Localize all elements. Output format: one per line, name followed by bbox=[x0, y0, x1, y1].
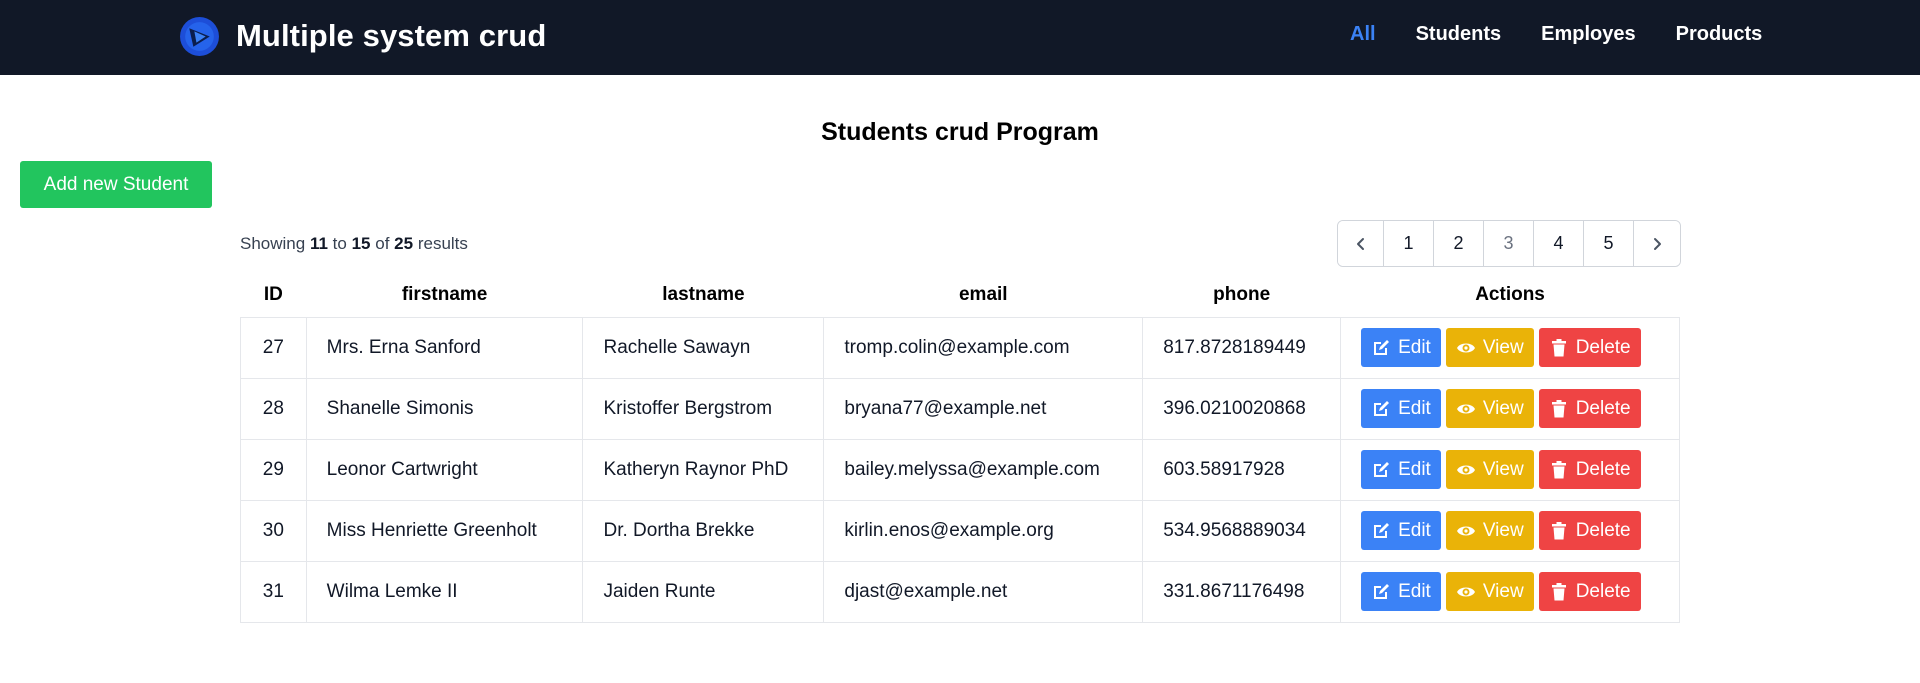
header-firstname: firstname bbox=[401, 283, 488, 305]
cell-lastname: Rachelle Sawayn bbox=[582, 316, 825, 379]
cell-id: 31 bbox=[240, 560, 307, 623]
table-row: 31 Wilma Lemke II Jaiden Runte djast@exa… bbox=[240, 560, 1680, 623]
cell-firstname: Miss Henriette Greenholt bbox=[305, 499, 584, 562]
cell-actions: Edit View Delete bbox=[1340, 377, 1680, 440]
eye-icon bbox=[1456, 404, 1475, 413]
table-row: 27 Mrs. Erna Sanford Rachelle Sawayn tro… bbox=[240, 316, 1680, 379]
edit-button[interactable]: Edit bbox=[1361, 389, 1441, 428]
eye-icon bbox=[1456, 526, 1475, 535]
cell-firstname: Mrs. Erna Sanford bbox=[305, 316, 584, 379]
edit-icon bbox=[1374, 461, 1390, 477]
cell-id: 29 bbox=[240, 438, 307, 501]
cell-email: bryana77@example.net bbox=[823, 377, 1144, 440]
cell-firstname: Shanelle Simonis bbox=[305, 377, 584, 440]
brand-logo-icon bbox=[180, 16, 219, 56]
cell-phone: 396.0210020868 bbox=[1142, 377, 1342, 440]
cell-lastname: Dr. Dortha Brekke bbox=[582, 499, 825, 562]
pagination-next-button[interactable] bbox=[1634, 221, 1680, 266]
edit-icon bbox=[1374, 400, 1390, 416]
cell-email: bailey.melyssa@example.com bbox=[823, 438, 1144, 501]
cell-email: tromp.colin@example.com bbox=[823, 316, 1144, 379]
nav-links: All Students Employes Products bbox=[1350, 23, 1762, 46]
header-phone: phone bbox=[1213, 283, 1271, 305]
results-to: 15 bbox=[351, 234, 371, 253]
header-id: ID bbox=[263, 283, 283, 305]
cell-email: djast@example.net bbox=[823, 560, 1144, 623]
view-button[interactable]: View bbox=[1445, 328, 1534, 367]
trash-icon bbox=[1551, 521, 1566, 539]
cell-actions: Edit View Delete bbox=[1340, 438, 1680, 501]
navbar: Multiple system crud All Students Employ… bbox=[0, 0, 1920, 75]
cell-actions: Edit View Delete bbox=[1340, 560, 1680, 623]
table-row: 29 Leonor Cartwright Katheryn Raynor PhD… bbox=[240, 438, 1680, 501]
pagination-page-3[interactable]: 3 bbox=[1484, 221, 1534, 266]
nav-link-products[interactable]: Products bbox=[1676, 23, 1763, 46]
edit-icon bbox=[1374, 583, 1390, 599]
trash-icon bbox=[1551, 582, 1566, 600]
view-button[interactable]: View bbox=[1445, 511, 1534, 550]
results-total: 25 bbox=[394, 234, 414, 253]
eye-icon bbox=[1456, 343, 1475, 352]
pagination: 1 2 3 4 5 bbox=[1337, 220, 1681, 267]
header-lastname: lastname bbox=[662, 283, 745, 305]
cell-email: kirlin.enos@example.org bbox=[823, 499, 1144, 562]
edit-icon bbox=[1374, 522, 1390, 538]
cell-firstname: Leonor Cartwright bbox=[305, 438, 584, 501]
eye-icon bbox=[1456, 587, 1475, 596]
view-button[interactable]: View bbox=[1445, 450, 1534, 489]
cell-lastname: Jaiden Runte bbox=[582, 560, 825, 623]
page-title: Students crud Program bbox=[821, 118, 1099, 146]
nav-link-all[interactable]: All bbox=[1350, 23, 1376, 46]
results-summary: Showing 11 to 15 of 25 results bbox=[240, 234, 468, 253]
brand[interactable]: Multiple system crud bbox=[179, 15, 546, 57]
cell-firstname: Wilma Lemke II bbox=[305, 560, 584, 623]
pagination-page-1[interactable]: 1 bbox=[1384, 221, 1434, 266]
delete-button[interactable]: Delete bbox=[1538, 328, 1641, 367]
pagination-page-4[interactable]: 4 bbox=[1534, 221, 1584, 266]
pagination-prev-button[interactable] bbox=[1338, 221, 1384, 266]
cell-lastname: Kristoffer Bergstrom bbox=[582, 377, 825, 440]
delete-button[interactable]: Delete bbox=[1538, 450, 1641, 489]
trash-icon bbox=[1551, 460, 1566, 478]
view-button[interactable]: View bbox=[1445, 389, 1534, 428]
table-header-row: ID firstname lastname email phone Action… bbox=[241, 273, 1680, 317]
chevron-left-icon bbox=[1356, 237, 1364, 250]
cell-phone: 331.8671176498 bbox=[1142, 560, 1342, 623]
edit-button[interactable]: Edit bbox=[1361, 572, 1441, 611]
cell-phone: 817.8728189449 bbox=[1142, 316, 1342, 379]
edit-icon bbox=[1374, 339, 1390, 355]
add-student-button[interactable]: Add new Student bbox=[20, 161, 212, 208]
results-from: 11 bbox=[309, 234, 328, 253]
table-row: 30 Miss Henriette Greenholt Dr. Dortha B… bbox=[240, 499, 1680, 562]
cell-id: 27 bbox=[240, 316, 307, 379]
cell-id: 30 bbox=[240, 499, 307, 562]
cell-id: 28 bbox=[240, 377, 307, 440]
cell-phone: 603.58917928 bbox=[1142, 438, 1342, 501]
trash-icon bbox=[1551, 399, 1566, 417]
edit-button[interactable]: Edit bbox=[1361, 511, 1441, 550]
nav-link-employes[interactable]: Employes bbox=[1541, 23, 1635, 46]
edit-button[interactable]: Edit bbox=[1361, 450, 1441, 489]
cell-lastname: Katheryn Raynor PhD bbox=[582, 438, 825, 501]
edit-button[interactable]: Edit bbox=[1361, 328, 1441, 367]
eye-icon bbox=[1456, 465, 1475, 474]
brand-title: Multiple system crud bbox=[236, 18, 547, 53]
view-button[interactable]: View bbox=[1445, 572, 1534, 611]
pagination-page-5[interactable]: 5 bbox=[1584, 221, 1634, 266]
chevron-right-icon bbox=[1654, 237, 1661, 250]
pagination-page-2[interactable]: 2 bbox=[1434, 221, 1484, 266]
delete-button[interactable]: Delete bbox=[1538, 389, 1641, 428]
cell-actions: Edit View Delete bbox=[1340, 316, 1680, 379]
delete-button[interactable]: Delete bbox=[1538, 511, 1641, 550]
students-table: ID firstname lastname email phone Action… bbox=[240, 273, 1680, 623]
delete-button[interactable]: Delete bbox=[1538, 572, 1641, 611]
cell-phone: 534.9568889034 bbox=[1142, 499, 1342, 562]
cell-actions: Edit View Delete bbox=[1340, 499, 1680, 562]
nav-link-students[interactable]: Students bbox=[1416, 23, 1502, 46]
trash-icon bbox=[1551, 338, 1566, 356]
header-email: email bbox=[958, 283, 1008, 305]
header-actions: Actions bbox=[1475, 283, 1545, 305]
table-row: 28 Shanelle Simonis Kristoffer Bergstrom… bbox=[240, 377, 1680, 440]
